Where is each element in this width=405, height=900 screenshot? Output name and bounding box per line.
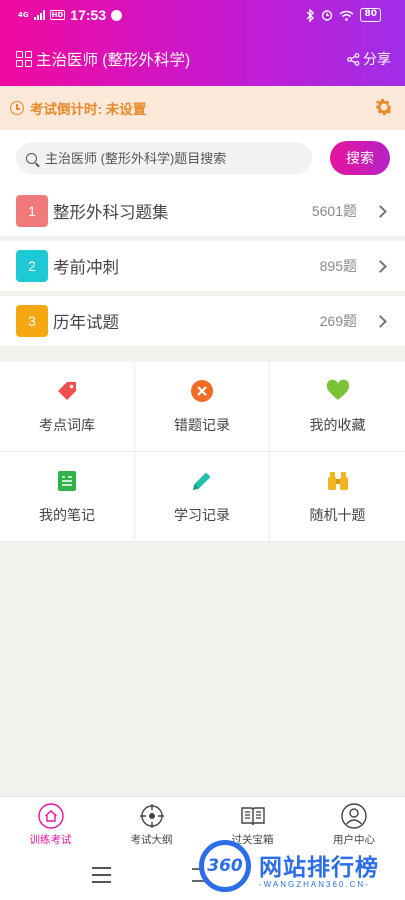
tag-icon — [58, 381, 76, 400]
grid-item-label: 我的收藏 — [309, 416, 366, 433]
search-box[interactable] — [16, 142, 312, 174]
tab-label: 考试大纲 — [130, 834, 173, 846]
list-item[interactable]: 2 考前冲刺 895题 — [0, 241, 405, 291]
page-title: 主治医师 (整形外科学) — [36, 52, 191, 69]
signal-icon — [33, 10, 45, 20]
apps-grid-icon[interactable] — [16, 51, 32, 67]
status-time: 17:53 — [70, 7, 107, 23]
grid-item-label: 错题记录 — [174, 416, 230, 433]
grid-item-favorites[interactable]: 我的收藏 — [270, 362, 405, 452]
grid-item-label: 我的笔记 — [39, 506, 95, 523]
alarm-icon — [322, 10, 333, 21]
watermark-subtext: -WANGZHAN360.CN- — [259, 880, 370, 889]
note-icon — [58, 470, 76, 491]
list-item[interactable]: 3 历年试题 269题 — [0, 296, 405, 346]
list-item-label: 考前冲刺 — [53, 259, 119, 277]
network-type: 4G — [18, 11, 29, 19]
target-icon — [139, 804, 164, 828]
grid-item-label: 随机十题 — [309, 506, 366, 523]
countdown-text: 考试倒计时: 未设置 — [30, 102, 147, 117]
search-row: 搜索 — [0, 130, 405, 186]
grid-item-study-records[interactable]: 学习记录 — [135, 452, 270, 542]
search-icon — [26, 152, 37, 164]
home-icon — [37, 803, 64, 829]
tab-label: 训练考试 — [29, 834, 72, 846]
chevron-right-icon — [374, 314, 387, 328]
share-button[interactable]: 分享 — [347, 49, 391, 69]
list-number-badge: 2 — [16, 250, 48, 282]
grid-item-notes[interactable]: 我的笔记 — [0, 452, 135, 542]
notification-icon — [111, 9, 123, 21]
close-circle-icon — [191, 379, 213, 402]
list-item-count: 5601题 — [311, 203, 357, 219]
wifi-icon — [340, 10, 354, 21]
feature-grid: 考点词库 错题记录 我的收藏 我的笔记 学习记录 随机十题 — [0, 362, 405, 542]
search-input[interactable] — [45, 150, 295, 166]
exam-countdown-bar[interactable]: 考试倒计时: 未设置 — [0, 86, 405, 130]
title-bar[interactable]: 主治医师 (整形外科学) — [16, 48, 190, 70]
list-number-badge: 3 — [16, 305, 48, 337]
grid-item-keyword-library[interactable]: 考点词库 — [0, 362, 135, 452]
share-icon — [347, 52, 360, 66]
heart-icon — [326, 379, 349, 400]
status-bar: 4G HD 17:53 80 — [0, 0, 405, 32]
search-button[interactable]: 搜索 — [330, 141, 390, 175]
hd-badge: HD — [49, 10, 66, 20]
watermark-badge-text: 360 — [207, 856, 243, 876]
list-item-label: 整形外科习题集 — [53, 204, 169, 222]
battery-icon: 80 — [360, 8, 381, 22]
list-item-label: 历年试题 — [53, 314, 119, 332]
list-item-count: 895题 — [319, 258, 357, 274]
tab-exam-outline[interactable]: 考试大纲 — [101, 797, 202, 848]
grid-item-label: 学习记录 — [174, 506, 230, 523]
question-bank-list: 1 整形外科习题集 5601题 2 考前冲刺 895题 3 历年试题 269题 — [0, 186, 405, 351]
pencil-icon — [193, 472, 211, 490]
clock-icon — [10, 101, 24, 115]
watermark-badge: 360 — [199, 840, 251, 892]
tab-training-exam[interactable]: 训练考试 — [0, 797, 101, 848]
watermark-logo: 360 网站排行榜 -WANGZHAN360.CN- — [193, 836, 405, 900]
grid-item-wrong-records[interactable]: 错题记录 — [135, 362, 270, 452]
grid-item-random-ten[interactable]: 随机十题 — [270, 452, 405, 542]
user-icon — [341, 803, 367, 829]
chevron-right-icon — [374, 204, 387, 218]
book-icon — [240, 807, 265, 826]
list-item[interactable]: 1 整形外科习题集 5601题 — [0, 186, 405, 236]
status-left: 4G HD 17:53 — [18, 7, 123, 23]
bluetooth-icon — [306, 8, 315, 22]
list-number-badge: 1 — [16, 195, 48, 227]
list-item-count: 269题 — [319, 313, 357, 329]
chevron-right-icon — [374, 259, 387, 273]
grid-item-label: 考点词库 — [39, 416, 95, 433]
app-header: 4G HD 17:53 80 主治医师 (整形外科学) 分享 — [0, 0, 405, 86]
share-label: 分享 — [363, 51, 391, 67]
menu-icon[interactable] — [92, 867, 111, 888]
watermark-text: 网站排行榜 — [259, 854, 379, 880]
gear-icon[interactable] — [373, 96, 395, 118]
status-right: 80 — [306, 8, 381, 22]
binoculars-icon — [327, 471, 348, 490]
